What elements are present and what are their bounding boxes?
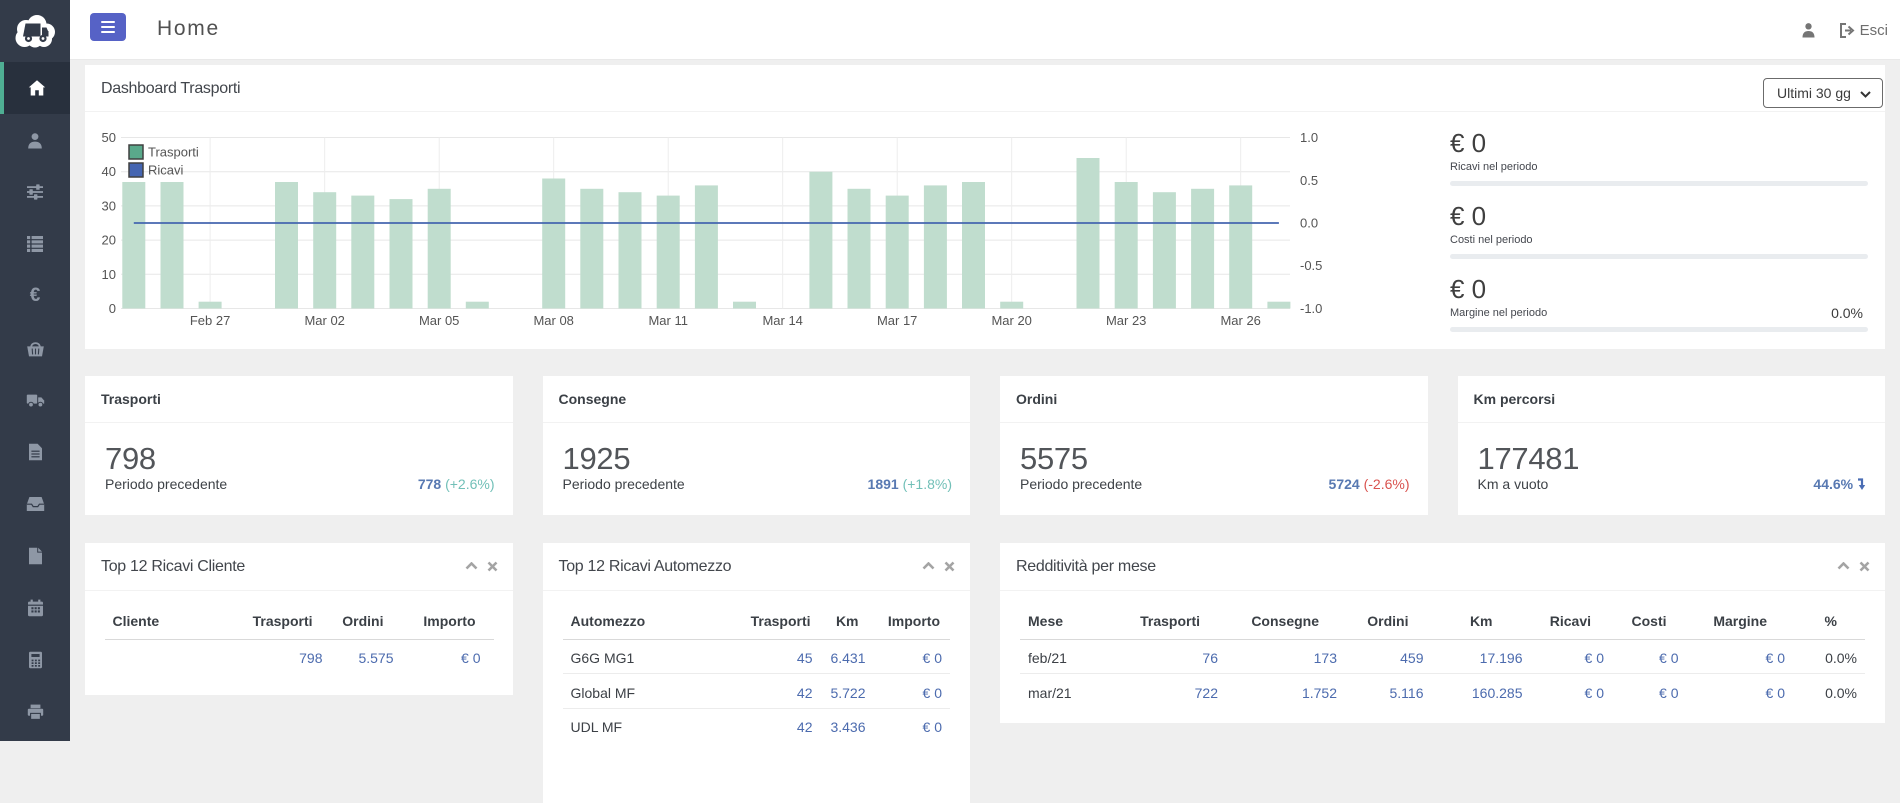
- svg-text:-0.5: -0.5: [1300, 258, 1322, 273]
- svg-text:0: 0: [109, 301, 116, 316]
- svg-text:Mar 02: Mar 02: [304, 313, 344, 328]
- svg-text:1.0: 1.0: [1300, 130, 1318, 145]
- svg-text:-1.0: -1.0: [1300, 301, 1322, 316]
- svg-text:Trasporti: Trasporti: [148, 145, 199, 160]
- svg-text:Mar 05: Mar 05: [419, 313, 459, 328]
- svg-text:Mar 23: Mar 23: [1106, 313, 1146, 328]
- svg-text:50: 50: [102, 130, 116, 145]
- svg-text:0.0: 0.0: [1300, 216, 1318, 231]
- svg-text:Mar 17: Mar 17: [877, 313, 917, 328]
- svg-text:Mar 14: Mar 14: [762, 313, 802, 328]
- svg-text:30: 30: [102, 198, 116, 213]
- svg-text:Ricavi: Ricavi: [148, 163, 184, 178]
- svg-text:0.5: 0.5: [1300, 173, 1318, 188]
- svg-text:Feb 27: Feb 27: [190, 313, 230, 328]
- svg-text:Mar 11: Mar 11: [648, 313, 688, 328]
- svg-text:20: 20: [102, 233, 116, 248]
- svg-text:Mar 26: Mar 26: [1220, 313, 1260, 328]
- svg-text:Mar 20: Mar 20: [991, 313, 1031, 328]
- svg-text:Mar 08: Mar 08: [533, 313, 573, 328]
- svg-text:10: 10: [102, 267, 116, 282]
- svg-text:40: 40: [102, 164, 116, 179]
